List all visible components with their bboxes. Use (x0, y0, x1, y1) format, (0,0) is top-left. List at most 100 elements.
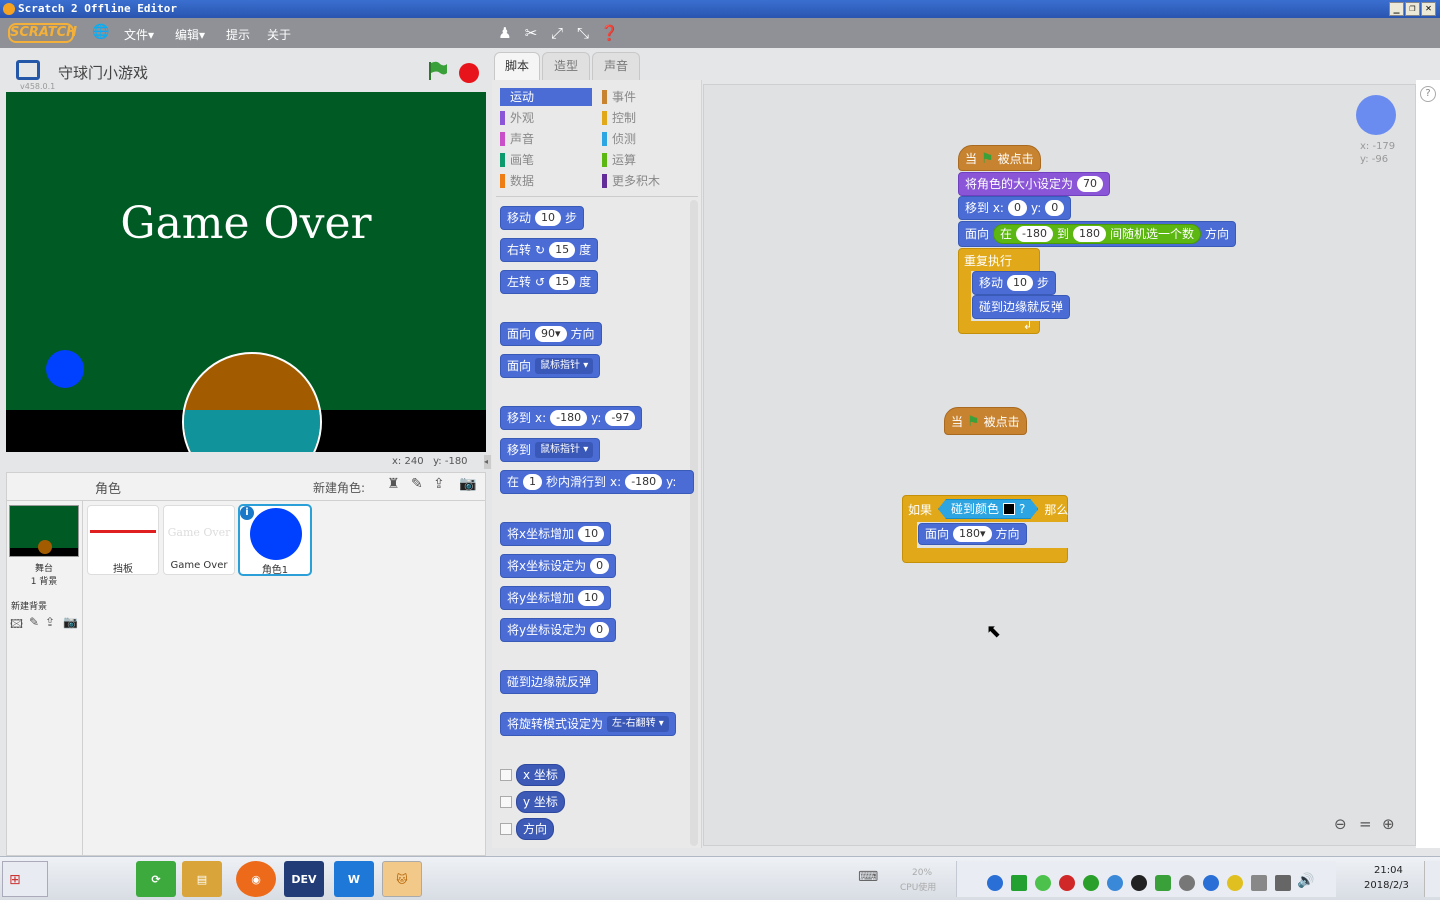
tray-network-icon[interactable] (1251, 875, 1267, 891)
stop-icon[interactable] (459, 63, 479, 83)
clock-date[interactable]: 2018/2/3 (1364, 880, 1409, 891)
taskbar-app-refresh-icon[interactable]: ⟳ (136, 861, 176, 897)
tray-app-icon[interactable] (1011, 875, 1027, 891)
block-help-icon[interactable]: ? (1420, 86, 1436, 102)
checkbox-y-position[interactable] (500, 796, 512, 808)
script3-point-direction[interactable]: 面向 180▾ 方向 (918, 523, 1027, 545)
fullscreen-icon[interactable] (16, 60, 40, 80)
scripts-area[interactable]: x: -179 y: -96 当 ⚑ 被点击 将角色的大小设定为 70 移到 x: 0 y… (703, 84, 1416, 846)
tray-app-icon[interactable] (1083, 875, 1099, 891)
category-operators[interactable]: 运算 (602, 151, 636, 169)
zoom-reset-icon[interactable]: = (1359, 815, 1372, 833)
show-desktop-button[interactable] (1424, 861, 1440, 897)
zoom-in-icon[interactable]: ⊕ (1382, 815, 1395, 833)
stage-canvas[interactable]: Game Over (6, 92, 486, 452)
tray-device-icon[interactable] (1275, 875, 1291, 891)
sprite-thumb-gameover[interactable]: Game Over Game Over (163, 505, 235, 575)
tray-app-icon[interactable] (1227, 875, 1243, 891)
help-icon[interactable]: ❓ (600, 24, 619, 42)
checkbox-x-position[interactable] (500, 769, 512, 781)
sprite-library-icon[interactable]: ♜ (387, 476, 400, 492)
info-icon[interactable]: i (240, 506, 254, 520)
category-sound[interactable]: 声音 (500, 130, 534, 148)
paint-brush-icon[interactable]: ✎ (411, 476, 423, 492)
sprite-thumb-paddle[interactable]: 挡板 (87, 505, 159, 575)
taskbar-app-scratch-icon[interactable]: 🐱 (382, 861, 422, 897)
taskbar-app-browser-icon[interactable]: ◉ (236, 861, 276, 897)
script1-bounce[interactable]: 碰到边缘就反弹 (972, 295, 1071, 319)
grow-icon[interactable]: ⤢ (548, 24, 566, 42)
taskbar-app-devcpp-icon[interactable]: DEV (284, 861, 324, 897)
restore-button[interactable]: ❐ (1405, 2, 1420, 16)
block-turn-right[interactable]: 右转 ↻ 15 度 (500, 238, 599, 262)
tray-user-icon[interactable] (1179, 875, 1195, 891)
block-set-x[interactable]: 将x坐标设定为 0 (500, 554, 617, 578)
block-turn-left[interactable]: 左转 ↺ 15 度 (500, 270, 599, 294)
close-button[interactable]: ✕ (1421, 2, 1436, 16)
block-glide[interactable]: 在 1 秒内滑行到 x: -180 y: (500, 470, 694, 494)
tray-app-icon[interactable] (1107, 875, 1123, 891)
block-change-x[interactable]: 将x坐标增加 10 (500, 522, 612, 546)
sprite-thumb-ball-selected[interactable]: i 角色1 (238, 504, 312, 576)
volume-icon[interactable]: 🔊 (1297, 873, 1314, 889)
tray-app-icon[interactable] (1059, 875, 1075, 891)
block-move-steps[interactable]: 移动 10 步 (500, 206, 585, 230)
backdrop-upload-icon[interactable]: ⇪ (45, 615, 55, 629)
block-change-y[interactable]: 将y坐标增加 10 (500, 586, 612, 610)
category-control[interactable]: 控制 (602, 109, 636, 127)
globe-icon[interactable]: 🌐 (92, 24, 110, 40)
reporter-x-position[interactable]: x 坐标 (516, 764, 565, 786)
minimize-button[interactable]: _ (1389, 2, 1404, 16)
checkbox-direction[interactable] (500, 823, 512, 835)
zoom-out-icon[interactable]: ⊖ (1334, 815, 1347, 833)
collapse-stage-handle[interactable]: ◂ (484, 455, 491, 469)
reporter-y-position[interactable]: y 坐标 (516, 791, 565, 813)
green-flag-icon[interactable] (426, 60, 448, 82)
menu-file[interactable]: 文件▾ (124, 26, 154, 43)
scratch-logo[interactable]: SCRATCH (8, 23, 77, 43)
keyboard-icon[interactable]: ⌨ (858, 869, 878, 885)
shrink-icon[interactable]: ⤡ (574, 24, 592, 42)
script1-move-steps[interactable]: 移动 10 步 (972, 271, 1057, 295)
clock-time[interactable]: 21:04 (1374, 865, 1403, 876)
category-looks[interactable]: 外观 (500, 109, 534, 127)
script1-point-random[interactable]: 面向 在 -180 到 180 间随机选一个数 方向 (958, 221, 1237, 247)
block-point-towards[interactable]: 面向 鼠标指针 ▾ (500, 354, 601, 378)
color-swatch[interactable] (1003, 503, 1015, 515)
duplicate-stamp-icon[interactable]: ♟ (496, 24, 514, 42)
block-point-direction[interactable]: 面向 90▾ 方向 (500, 322, 602, 346)
touching-color-condition[interactable]: 碰到颜色? (938, 499, 1038, 519)
category-more-blocks[interactable]: 更多积木 (602, 172, 660, 190)
backdrop-camera-icon[interactable]: 📷 (63, 615, 78, 629)
taskbar-app-word-icon[interactable]: W (334, 861, 374, 897)
menu-edit[interactable]: 编辑▾ (175, 26, 205, 43)
ball-sprite[interactable] (46, 350, 84, 388)
upload-icon[interactable]: ⇪ (433, 476, 445, 492)
reporter-direction[interactable]: 方向 (516, 818, 555, 840)
tray-qq-icon[interactable] (1131, 875, 1147, 891)
project-title[interactable]: 守球门小游戏 (58, 62, 148, 83)
tray-app-icon[interactable] (987, 875, 1003, 891)
script1-goto-xy[interactable]: 移到 x: 0 y: 0 (958, 196, 1072, 220)
script1-when-flag-clicked[interactable]: 当 ⚑ 被点击 (958, 145, 1041, 171)
camera-icon[interactable]: 📷 (459, 476, 476, 492)
tab-scripts[interactable]: 脚本 (494, 52, 540, 82)
menu-about[interactable]: 关于 (267, 26, 291, 43)
block-goto-xy[interactable]: 移到 x: -180 y: -97 (500, 406, 643, 430)
tray-shield-icon[interactable] (1155, 875, 1171, 891)
category-data[interactable]: 数据 (500, 172, 534, 190)
backdrop-library-icon[interactable]: 🖾 (10, 615, 23, 636)
category-pen[interactable]: 画笔 (500, 151, 534, 169)
block-goto-target[interactable]: 移到 鼠标指针 ▾ (500, 438, 601, 462)
backdrop-paint-icon[interactable]: ✎ (29, 615, 39, 629)
pick-random-operator[interactable]: 在 -180 到 180 间随机选一个数 (993, 224, 1202, 244)
palette-scrollbar[interactable] (690, 200, 698, 846)
stage-thumbnail[interactable] (9, 505, 79, 557)
category-events[interactable]: 事件 (602, 88, 636, 106)
tab-sounds[interactable]: 声音 (592, 52, 640, 80)
tray-bluetooth-icon[interactable] (1203, 875, 1219, 891)
block-rotation-style[interactable]: 将旋转模式设定为 左-右翻转 ▾ (500, 712, 676, 736)
script1-set-size[interactable]: 将角色的大小设定为 70 (958, 172, 1111, 196)
menu-tips[interactable]: 提示 (226, 26, 250, 43)
script2-when-flag-clicked[interactable]: 当 ⚑ 被点击 (944, 407, 1027, 435)
